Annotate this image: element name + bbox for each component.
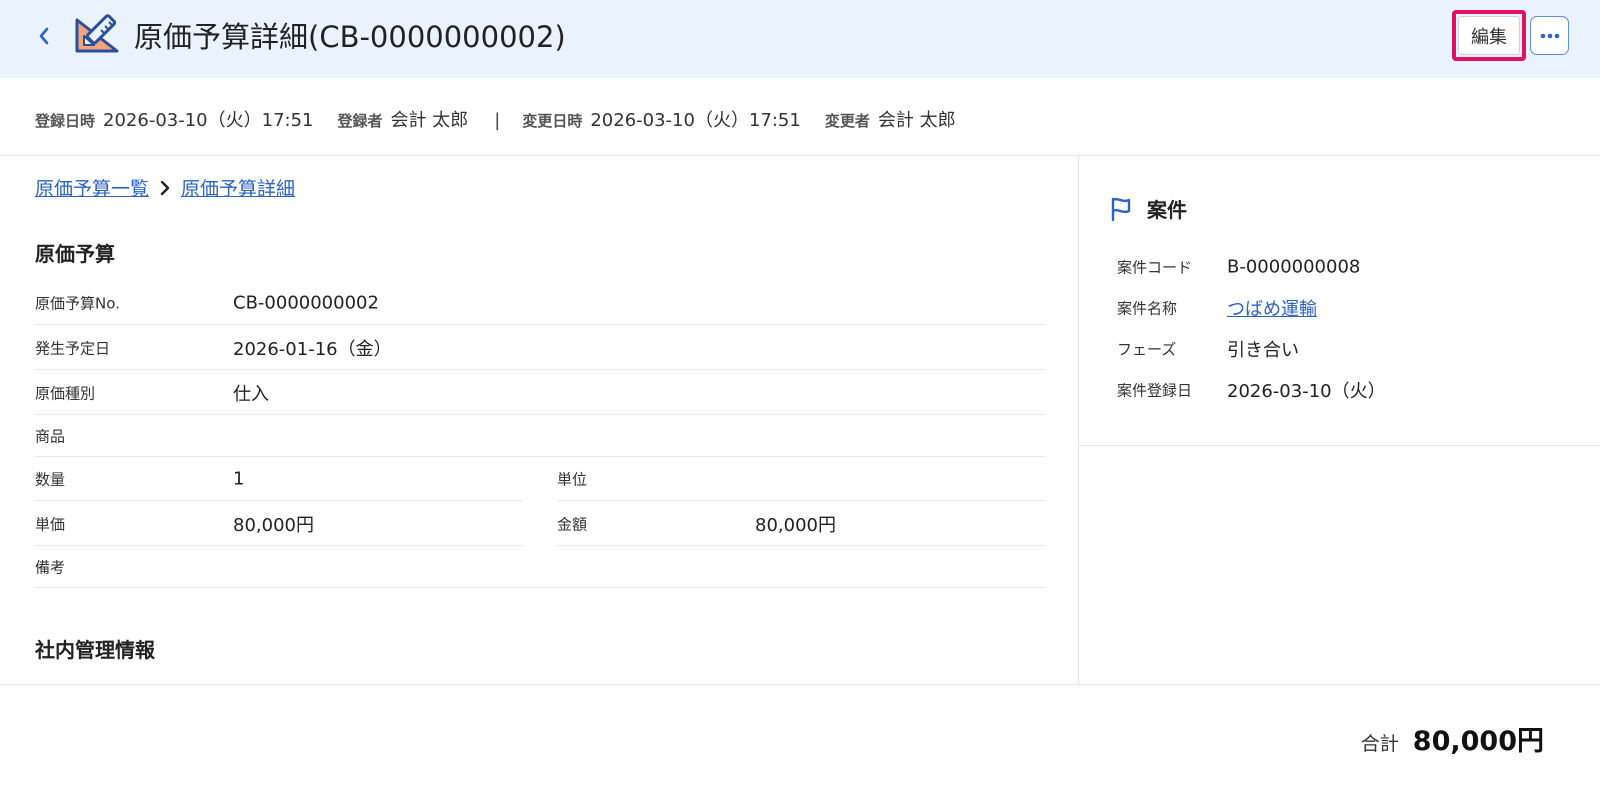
field-label: 備考 bbox=[35, 558, 66, 577]
field-value: 1 bbox=[233, 468, 245, 489]
breadcrumb-budget-list-link[interactable]: 原価予算一覧 bbox=[35, 174, 149, 201]
created-at-value: 2026-03-10（火）17:51 bbox=[103, 110, 314, 131]
total-value: 80,000円 bbox=[1412, 726, 1544, 757]
chevron-right-icon bbox=[159, 180, 171, 196]
record-meta: 登録日時 2026-03-10（火）17:51 登録者 会計 太郎 | 変更日時… bbox=[35, 106, 980, 132]
page-title: 原価予算詳細(CB-0000000002) bbox=[134, 20, 566, 54]
updater-value: 会計 太郎 bbox=[877, 110, 956, 131]
field-value: B-0000000008 bbox=[1227, 256, 1361, 278]
breadcrumb: 原価予算一覧 原価予算詳細 bbox=[35, 174, 295, 201]
field-notes: 備考 bbox=[35, 547, 1045, 588]
total-summary: 合計 80,000円 bbox=[1361, 719, 1544, 758]
field-planned-date: 発生予定日 2026-01-16（金） bbox=[35, 326, 1045, 370]
main-content: 原価予算一覧 原価予算詳細 原価予算 原価予算No. CB-0000000002… bbox=[0, 156, 1078, 684]
meta-separator: | bbox=[494, 110, 501, 131]
record-meta-bar: 登録日時 2026-03-10（火）17:51 登録者 会計 太郎 | 変更日時… bbox=[0, 78, 1600, 156]
field-product: 商品 bbox=[35, 416, 1045, 457]
total-footer: 合計 80,000円 bbox=[0, 684, 1600, 786]
internal-section-title: 社内管理情報 bbox=[35, 638, 155, 662]
field-value: 2026-01-16（金） bbox=[233, 338, 392, 360]
more-options-button[interactable] bbox=[1530, 16, 1569, 55]
created-at-label: 登録日時 bbox=[35, 112, 96, 130]
panel-divider bbox=[1079, 445, 1600, 446]
field-label: 単位 bbox=[557, 470, 588, 488]
field-label: フェーズ bbox=[1117, 340, 1177, 359]
updated-at-value: 2026-03-10（火）17:51 bbox=[590, 110, 801, 131]
back-button[interactable] bbox=[30, 22, 58, 50]
budget-section-title: 原価予算 bbox=[35, 242, 115, 266]
edit-button[interactable]: 編集 bbox=[1458, 16, 1520, 55]
project-phase-row: フェーズ 引き合い bbox=[1117, 329, 1557, 369]
field-quantity: 数量 1 bbox=[35, 457, 523, 501]
field-cost-type: 原価種別 仕入 bbox=[35, 371, 1045, 415]
project-code-row: 案件コード B-0000000008 bbox=[1117, 247, 1557, 287]
page-header: 原価予算詳細(CB-0000000002) 編集 bbox=[0, 0, 1600, 78]
project-panel-title: 案件 bbox=[1109, 194, 1187, 223]
field-budget-no: 原価予算No. CB-0000000002 bbox=[35, 281, 1045, 325]
field-value: CB-0000000002 bbox=[233, 292, 379, 313]
field-unit: 単位 bbox=[557, 457, 1045, 501]
field-label: 商品 bbox=[35, 427, 66, 446]
field-value: 仕入 bbox=[233, 383, 269, 405]
creator-label: 登録者 bbox=[337, 112, 383, 130]
field-value: 80,000円 bbox=[233, 514, 314, 536]
flag-icon bbox=[1111, 197, 1131, 221]
more-horizontal-icon bbox=[1540, 33, 1559, 38]
creator-value: 会計 太郎 bbox=[390, 110, 469, 131]
updated-at-label: 変更日時 bbox=[522, 112, 583, 130]
field-value: 2026-03-10（火） bbox=[1227, 381, 1386, 402]
project-registered-date-row: 案件登録日 2026-03-10（火） bbox=[1117, 370, 1557, 410]
project-panel-label: 案件 bbox=[1147, 198, 1187, 222]
field-label: 発生予定日 bbox=[35, 339, 111, 357]
breadcrumb-budget-detail-link[interactable]: 原価予算詳細 bbox=[181, 174, 295, 201]
field-label: 単価 bbox=[35, 515, 66, 533]
field-label: 原価種別 bbox=[35, 384, 96, 402]
chevron-left-icon bbox=[39, 27, 49, 45]
project-name-link[interactable]: つばめ運輸 bbox=[1227, 295, 1317, 321]
field-label: 案件コード bbox=[1117, 258, 1193, 277]
field-label: 数量 bbox=[35, 470, 66, 488]
field-label: 金額 bbox=[557, 515, 588, 533]
field-value: 引き合い bbox=[1227, 340, 1299, 361]
project-name-row: 案件名称 つばめ運輸 bbox=[1117, 288, 1557, 328]
field-amount: 金額 80,000円 bbox=[557, 502, 1045, 546]
project-panel: 案件 案件コード B-0000000008 案件名称 つばめ運輸 フェーズ 引き… bbox=[1078, 156, 1600, 684]
field-value: 80,000円 bbox=[755, 514, 836, 536]
ruler-pencil-icon bbox=[75, 14, 119, 53]
field-unit-price: 単価 80,000円 bbox=[35, 502, 523, 546]
field-label: 案件登録日 bbox=[1117, 381, 1193, 400]
updater-label: 変更者 bbox=[824, 112, 870, 130]
field-label: 案件名称 bbox=[1117, 299, 1178, 318]
field-label: 原価予算No. bbox=[35, 294, 120, 312]
total-label: 合計 bbox=[1360, 733, 1399, 755]
